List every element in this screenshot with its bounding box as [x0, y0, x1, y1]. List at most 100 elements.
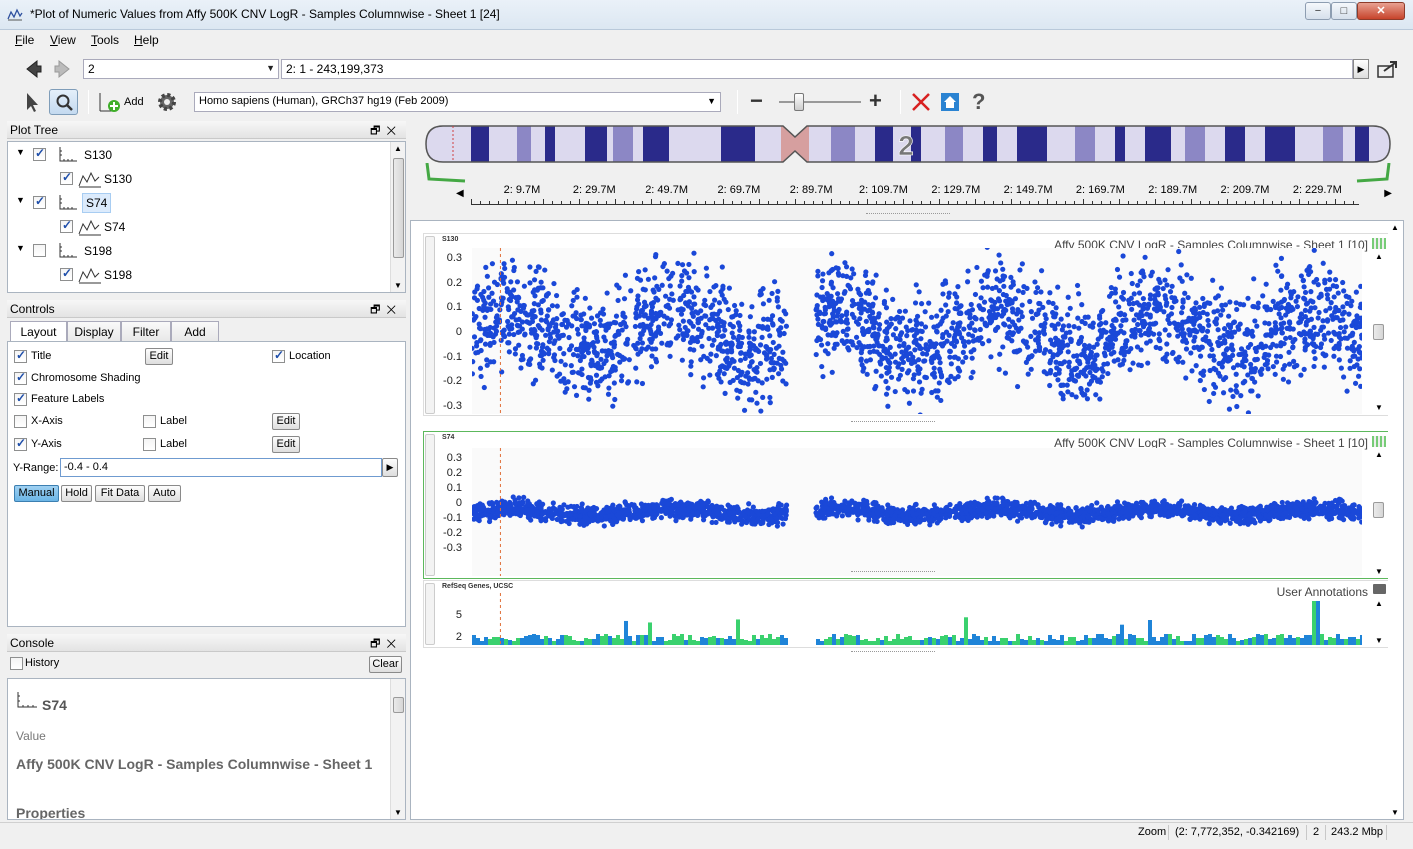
data-point — [1093, 352, 1099, 358]
grid-icon[interactable] — [1372, 436, 1386, 447]
data-point — [593, 372, 600, 378]
location-checkbox[interactable] — [272, 348, 285, 363]
track-s74[interactable]: S74 Affy 500K CNV LogR - Samples Columnw… — [423, 431, 1389, 579]
title-checkbox[interactable] — [14, 348, 27, 363]
track-scrollbar[interactable]: ▲ ▼ — [1371, 252, 1386, 412]
data-point — [937, 360, 943, 366]
feature-labels-checkbox[interactable] — [14, 391, 27, 406]
panel-float-close-icons[interactable]: 🗗✕ — [370, 301, 402, 320]
zoom-tool-button[interactable] — [49, 89, 78, 115]
data-point — [653, 359, 660, 365]
tree-row-s74-child[interactable]: S74 — [14, 216, 394, 238]
y-range-input[interactable]: -0.4 - 0.4 — [60, 458, 382, 477]
settings-gear-icon[interactable] — [155, 89, 179, 115]
zoom-slider-track[interactable] — [779, 101, 861, 103]
y-axis-edit-button[interactable]: Edit — [272, 436, 300, 453]
data-point — [622, 272, 629, 278]
tree-row-s130-child[interactable]: S130 — [14, 168, 394, 190]
grid-icon[interactable] — [1372, 238, 1386, 249]
x-axis-label-checkbox[interactable] — [143, 415, 156, 428]
remove-x-icon[interactable] — [910, 89, 932, 115]
tab-layout[interactable]: Layout — [10, 321, 67, 342]
auto-button[interactable]: Auto — [148, 485, 181, 502]
ruler-left-arrow-icon[interactable]: ◀ — [456, 188, 464, 199]
tree-row-s198[interactable]: ▼ S198 — [14, 240, 394, 262]
track-s130[interactable]: S130 Affy 500K CNV LogR - Samples Column… — [423, 233, 1389, 416]
chromosome-ideogram[interactable]: 2 — [425, 125, 1391, 163]
tree-row-s74[interactable]: ▼ S74 — [14, 192, 394, 214]
checkbox-s74-child[interactable] — [60, 218, 73, 233]
data-point — [737, 323, 743, 329]
console-properties-label: Properties — [16, 805, 86, 820]
tab-add[interactable]: Add — [171, 321, 219, 341]
fit-data-button[interactable]: Fit Data — [95, 485, 145, 502]
scatter-plot-s130[interactable] — [472, 248, 1362, 414]
history-checkbox[interactable] — [10, 657, 23, 670]
tree-row-s198-child[interactable]: S198 — [14, 264, 394, 286]
data-point — [1322, 277, 1328, 283]
data-point — [1116, 304, 1122, 310]
forward-arrow-icon[interactable] — [52, 58, 74, 80]
data-point — [1067, 305, 1073, 311]
clear-button[interactable]: Clear — [369, 656, 402, 673]
chromosome-select[interactable]: 2 ▼ — [83, 59, 279, 79]
menu-tools[interactable]: Tools — [91, 33, 119, 47]
location-input[interactable]: 2: 1 - 243,199,373 — [281, 59, 1353, 79]
zoom-out-icon[interactable]: − — [750, 88, 763, 114]
close-window-button[interactable]: ✕ — [1357, 2, 1405, 20]
checkbox-s198-child[interactable] — [60, 266, 73, 281]
menu-file[interactable]: File — [15, 33, 34, 47]
data-point — [704, 355, 710, 361]
data-point — [709, 325, 716, 331]
tab-display[interactable]: Display — [67, 321, 121, 341]
data-point — [819, 278, 826, 284]
menu-view[interactable]: View — [50, 33, 76, 47]
checkbox-s74[interactable] — [33, 194, 46, 209]
ruler-right-arrow-icon[interactable]: ▶ — [1384, 188, 1392, 199]
genome-select[interactable]: Homo sapiens (Human), GRCh37 hg19 (Feb 2… — [194, 92, 721, 112]
panel-float-close-icons[interactable]: 🗗✕ — [370, 122, 402, 141]
back-arrow-icon[interactable] — [22, 58, 44, 80]
checkbox-s130-child[interactable] — [60, 170, 73, 185]
data-point — [1339, 514, 1345, 520]
data-point — [1294, 303, 1301, 310]
x-axis-edit-button[interactable]: Edit — [272, 413, 300, 430]
data-point — [543, 518, 549, 524]
y-axis-label-checkbox[interactable] — [143, 438, 156, 451]
hold-button[interactable]: Hold — [61, 485, 92, 502]
chromosome-shading-checkbox[interactable] — [14, 370, 27, 385]
checkbox-s198[interactable] — [33, 244, 46, 257]
scatter-plot-s74[interactable] — [472, 448, 1362, 576]
checkbox-s130[interactable] — [33, 146, 46, 161]
add-label[interactable]: Add — [124, 96, 144, 108]
data-point — [738, 340, 745, 346]
menu-help[interactable]: Help — [134, 33, 159, 47]
manual-button[interactable]: Manual — [14, 485, 59, 502]
zoom-slider-thumb[interactable] — [794, 93, 805, 111]
title-edit-button[interactable]: Edit — [145, 348, 173, 365]
tab-filter[interactable]: Filter — [121, 321, 171, 341]
splitter-handle[interactable] — [866, 213, 950, 216]
zoom-in-icon[interactable]: + — [869, 88, 882, 114]
panel-float-close-icons[interactable]: 🗗✕ — [370, 635, 402, 654]
help-question-icon[interactable]: ? — [972, 89, 985, 115]
x-axis-checkbox[interactable] — [14, 415, 27, 428]
minimize-button[interactable]: − — [1305, 2, 1331, 20]
data-point — [680, 318, 686, 324]
pointer-icon[interactable] — [20, 89, 42, 115]
maximize-button[interactable]: □ — [1331, 2, 1357, 20]
data-point — [484, 326, 490, 332]
ruler-tick-label: 2: 29.7M — [572, 184, 616, 196]
home-icon[interactable] — [939, 89, 961, 115]
add-plot-icon[interactable] — [97, 89, 123, 115]
console-scrollbar[interactable]: ▼ — [390, 679, 405, 819]
y-range-apply-button[interactable]: ▶ — [382, 458, 398, 477]
data-point — [820, 297, 826, 304]
data-point — [883, 378, 889, 385]
tree-row-s130[interactable]: ▼ S130 — [14, 144, 394, 166]
export-icon[interactable] — [1376, 59, 1400, 79]
plot-tree-scrollbar[interactable]: ▲ ▼ — [390, 142, 405, 292]
go-button[interactable]: ▶ — [1353, 59, 1369, 79]
data-point — [569, 369, 575, 376]
y-axis-checkbox[interactable] — [14, 436, 27, 451]
